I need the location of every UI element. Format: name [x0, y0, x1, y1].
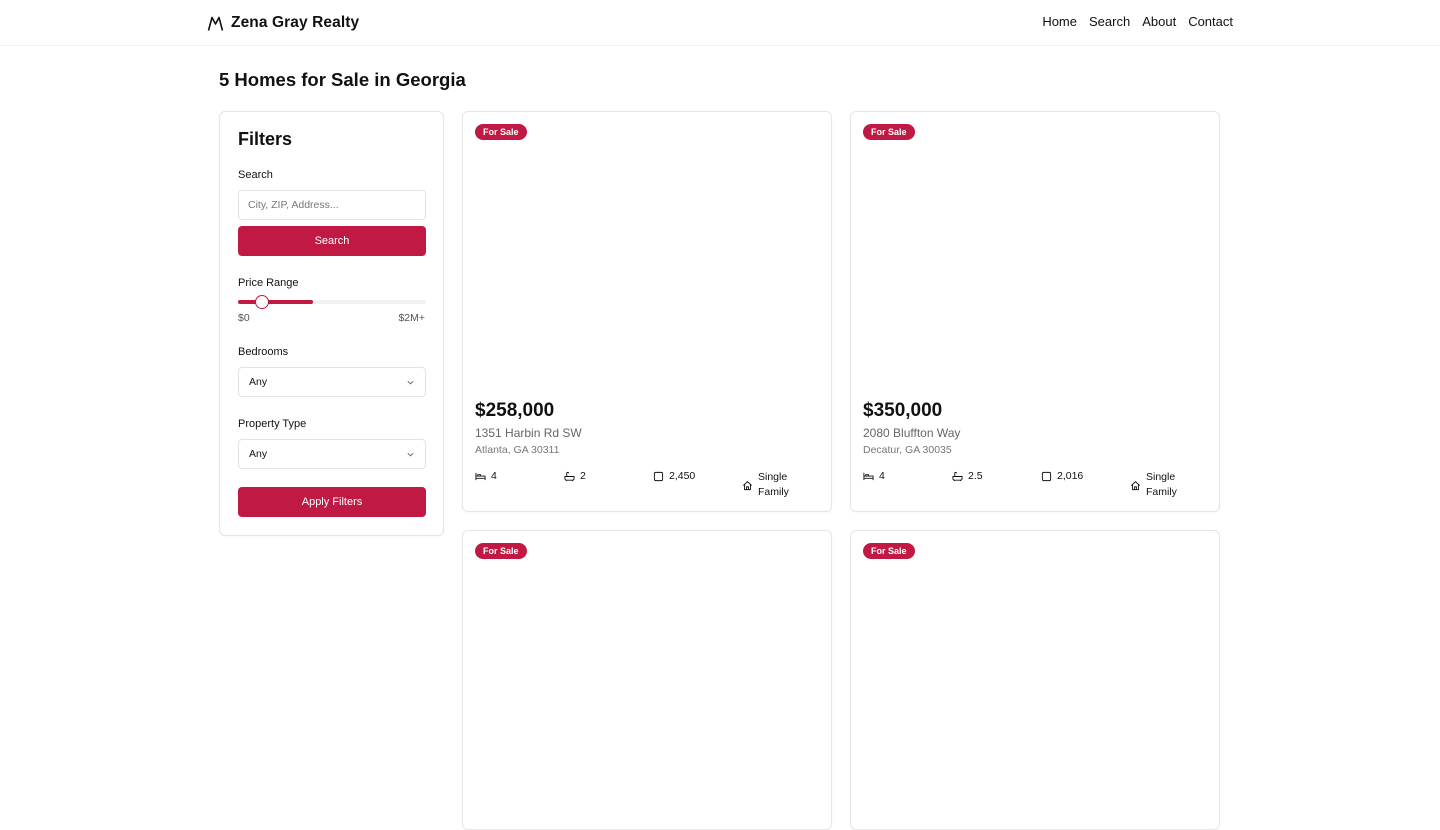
area-icon [653, 471, 664, 481]
baths-value: 2 [580, 470, 586, 482]
price-min-label: $0 [238, 312, 250, 324]
status-badge: For Sale [475, 543, 527, 559]
type-value: Single Family [758, 471, 789, 498]
baths-stat: 2.5 [952, 470, 983, 482]
bed-icon [475, 472, 486, 480]
listing-city: Decatur, GA 30035 [863, 444, 952, 456]
type-value: Single Family [1146, 471, 1177, 498]
status-badge: For Sale [863, 543, 915, 559]
listing-street: 1351 Harbin Rd SW [475, 426, 582, 440]
sqft-value: 2,016 [1057, 470, 1084, 482]
bed-icon [863, 472, 874, 480]
brand-name: Zena Gray Realty [231, 14, 360, 31]
bath-icon [952, 471, 963, 481]
beds-stat: 4 [863, 470, 885, 482]
top-navbar: Zena Gray Realty Home Search About Conta… [0, 0, 1440, 46]
apply-filters-button[interactable]: Apply Filters [238, 487, 426, 517]
baths-stat: 2 [564, 470, 586, 482]
status-badge: For Sale [863, 124, 915, 140]
slider-thumb[interactable] [255, 295, 269, 309]
search-label: Search [238, 169, 273, 181]
nav-search[interactable]: Search [1089, 14, 1130, 29]
price-range-label: Price Range [238, 277, 299, 289]
home-icon [1131, 480, 1140, 490]
chevron-down-icon [407, 380, 414, 384]
bedrooms-label: Bedrooms [238, 346, 289, 358]
property-type-label: Property Type [238, 418, 307, 430]
bedrooms-value: Any [249, 376, 268, 388]
filters-panel: Filters Search Search Price Range $0 $2M… [219, 111, 444, 536]
sqft-stat: 2,016 [1041, 470, 1083, 482]
brand[interactable]: Zena Gray Realty [207, 12, 359, 34]
listing-city: Atlanta, GA 30311 [475, 444, 560, 456]
sqft-value: 2,450 [669, 470, 696, 482]
filters-title: Filters [238, 129, 293, 149]
beds-value: 4 [879, 470, 885, 482]
mountain-logo-icon [207, 16, 224, 31]
status-badge: For Sale [475, 124, 527, 140]
chevron-down-icon [407, 452, 414, 456]
nav-about[interactable]: About [1142, 14, 1176, 29]
price-range-slider[interactable] [238, 295, 426, 309]
type-stat: Single Family [1130, 470, 1186, 500]
page-title: 5 Homes for Sale in Georgia [219, 69, 466, 90]
area-icon [1041, 471, 1052, 481]
property-type-value: Any [249, 448, 268, 460]
search-input[interactable] [238, 190, 426, 220]
nav-home[interactable]: Home [1042, 14, 1077, 29]
bedrooms-select[interactable]: Any [238, 367, 426, 397]
price-max-label: $2M+ [398, 312, 425, 324]
listing-price: $350,000 [863, 400, 943, 421]
listing-card[interactable]: For Sale $258,000 1351 Harbin Rd SW Atla… [462, 111, 832, 512]
beds-stat: 4 [475, 470, 497, 482]
slider-fill [238, 300, 313, 304]
property-type-select[interactable]: Any [238, 439, 426, 469]
bath-icon [564, 471, 575, 481]
sqft-stat: 2,450 [653, 470, 695, 482]
nav-contact[interactable]: Contact [1188, 14, 1233, 29]
baths-value: 2.5 [968, 470, 983, 482]
main-nav: Home Search About Contact [1042, 14, 1233, 29]
listing-card[interactable]: For Sale [850, 530, 1220, 830]
listing-street: 2080 Bluffton Way [863, 426, 961, 440]
listing-card[interactable]: For Sale [462, 530, 832, 830]
search-button[interactable]: Search [238, 226, 426, 256]
listing-price: $258,000 [475, 400, 555, 421]
type-stat: Single Family [742, 470, 798, 500]
beds-value: 4 [491, 470, 497, 482]
listing-card[interactable]: For Sale $350,000 2080 Bluffton Way Deca… [850, 111, 1220, 512]
home-icon [743, 480, 752, 490]
